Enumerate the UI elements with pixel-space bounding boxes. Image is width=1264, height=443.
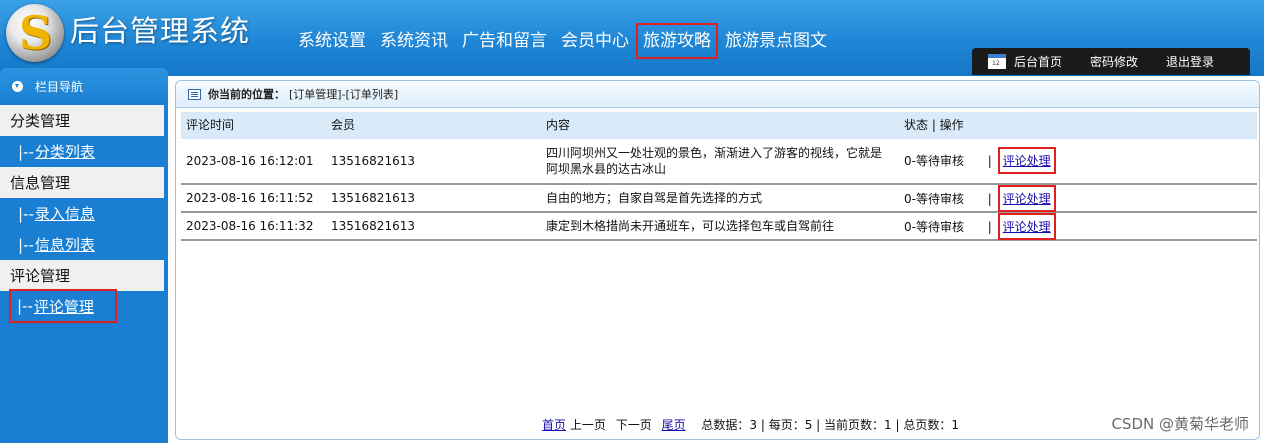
tree-prefix: |-- (18, 235, 34, 254)
cell-time: 2023-08-16 16:12:01 (181, 138, 326, 185)
system-title: 后台管理系统 (70, 14, 251, 48)
category-list-link[interactable]: 分类列表 (35, 141, 95, 162)
process-comment-link[interactable]: 评论处理 (1003, 154, 1051, 168)
col-header-time: 评论时间 (181, 112, 326, 139)
nav-travel-guide[interactable]: 旅游攻略 (636, 23, 718, 59)
cell-member: 13516821613 (326, 212, 541, 241)
chevron-down-icon (12, 81, 23, 92)
breadcrumb-label: 你当前的位置： (208, 88, 285, 101)
sidebar-item-category-list[interactable]: |-- 分类列表 (0, 136, 168, 167)
table-header-row: 评论时间 会员 内容 状态 | 操作 (181, 112, 1257, 139)
calendar-icon: 12 (988, 54, 1006, 69)
table-row: 2023-08-16 16:12:01 13516821613 四川阿坝州又一处… (181, 138, 1257, 185)
prev-page[interactable]: 上一页 (570, 418, 606, 432)
table-row: 2023-08-16 16:11:32 13516821613 康定到木格措尚未… (181, 212, 1257, 241)
main-panel: 你当前的位置： [订单管理]-[订单列表] 评论时间 会员 内容 状态 | 操作… (175, 80, 1260, 440)
cell-time: 2023-08-16 16:11:32 (181, 212, 326, 241)
sidebar-header: 栏目导航 (0, 68, 168, 105)
calendar-number: 12 (992, 60, 1000, 67)
breadcrumb-path: [订单管理]-[订单列表] (289, 88, 399, 101)
top-toolbar: 12 后台首页 密码修改 退出登录 (972, 48, 1250, 75)
table-row: 2023-08-16 16:11:52 13516821613 自由的地方；自家… (181, 184, 1257, 213)
separator: | (987, 191, 992, 206)
separator: | (987, 219, 992, 234)
sidebar-group-info[interactable]: 信息管理 (0, 167, 164, 198)
tree-prefix: |-- (18, 204, 34, 223)
cell-status-action: 0-等待审核 | 评论处理 (899, 138, 1257, 185)
top-nav: 系统设置 系统资讯 广告和留言 会员中心 旅游攻略 旅游景点图文 (298, 23, 841, 59)
comments-table: 评论时间 会员 内容 状态 | 操作 2023-08-16 16:12:01 1… (181, 112, 1257, 241)
last-page-link[interactable]: 尾页 (662, 418, 686, 432)
nav-scenic-spots[interactable]: 旅游景点图文 (725, 30, 827, 52)
process-comment-link[interactable]: 评论处理 (1003, 220, 1051, 234)
cell-status-action: 0-等待审核 | 评论处理 (899, 212, 1257, 241)
status-text: 0-等待审核 (904, 154, 964, 169)
sidebar-item-add-info[interactable]: |-- 录入信息 (0, 198, 168, 229)
sidebar-item-info-list[interactable]: |-- 信息列表 (0, 229, 168, 260)
col-header-status-action: 状态 | 操作 (899, 112, 1257, 139)
sidebar-item-comment-manage[interactable]: |-- 评论管理 (9, 289, 117, 323)
action-highlight: 评论处理 (997, 212, 1056, 240)
breadcrumb: 你当前的位置： [订单管理]-[订单列表] (176, 81, 1259, 108)
action-highlight: 评论处理 (997, 147, 1056, 175)
logo-icon: S (6, 4, 64, 62)
cell-member: 13516821613 (326, 184, 541, 213)
logout-link[interactable]: 退出登录 (1166, 53, 1214, 70)
cell-content: 康定到木格措尚未开通班车，可以选择包车或自驾前往 (541, 212, 899, 241)
sidebar-group-comments[interactable]: 评论管理 (0, 260, 164, 291)
comment-manage-link[interactable]: 评论管理 (34, 296, 94, 317)
home-link[interactable]: 后台首页 (1014, 53, 1062, 70)
sidebar: 栏目导航 分类管理 |-- 分类列表 信息管理 |-- 录入信息 |-- 信息列表 评… (0, 68, 168, 443)
sidebar-title: 栏目导航 (35, 80, 84, 94)
col-header-content: 内容 (541, 112, 899, 139)
process-comment-link[interactable]: 评论处理 (1003, 192, 1051, 206)
nav-system-settings[interactable]: 系统设置 (298, 30, 366, 52)
cell-status-action: 0-等待审核 | 评论处理 (899, 184, 1257, 213)
cell-member: 13516821613 (326, 138, 541, 185)
cell-content: 自由的地方；自家自驾是首先选择的方式 (541, 184, 899, 213)
add-info-link[interactable]: 录入信息 (35, 203, 95, 224)
status-text: 0-等待审核 (904, 219, 964, 234)
nav-member-center[interactable]: 会员中心 (561, 30, 629, 52)
first-page-link[interactable]: 首页 (542, 418, 566, 432)
logo-letter: S (19, 6, 53, 60)
cell-time: 2023-08-16 16:11:52 (181, 184, 326, 213)
cell-content: 四川阿坝州又一处壮观的景色，渐渐进入了游客的视线，它就是阿坝黑水县的达古冰山 (541, 138, 899, 185)
pagination-summary: 总数据：3 | 每页：5 | 当前页数：1 | 总页数：1 (701, 418, 959, 432)
watermark: CSDN @黄菊华老师 (1111, 415, 1249, 433)
tree-prefix: |-- (17, 297, 33, 315)
list-icon (188, 88, 201, 100)
top-header: S 后台管理系统 系统设置 系统资讯 广告和留言 会员中心 旅游攻略 旅游景点图… (0, 0, 1264, 76)
change-password-link[interactable]: 密码修改 (1090, 53, 1138, 70)
separator: | (987, 154, 992, 169)
info-list-link[interactable]: 信息列表 (35, 234, 95, 255)
pagination: 首页 上一页 下一页 尾页 总数据：3 | 每页：5 | 当前页数：1 | 总页… (176, 416, 1259, 433)
sidebar-group-category[interactable]: 分类管理 (0, 105, 164, 136)
nav-system-news[interactable]: 系统资讯 (380, 30, 448, 52)
col-header-member: 会员 (326, 112, 541, 139)
tree-prefix: |-- (18, 142, 34, 161)
action-highlight: 评论处理 (997, 184, 1056, 212)
nav-ads-messages[interactable]: 广告和留言 (462, 30, 547, 52)
status-text: 0-等待审核 (904, 191, 964, 206)
next-page[interactable]: 下一页 (616, 418, 652, 432)
